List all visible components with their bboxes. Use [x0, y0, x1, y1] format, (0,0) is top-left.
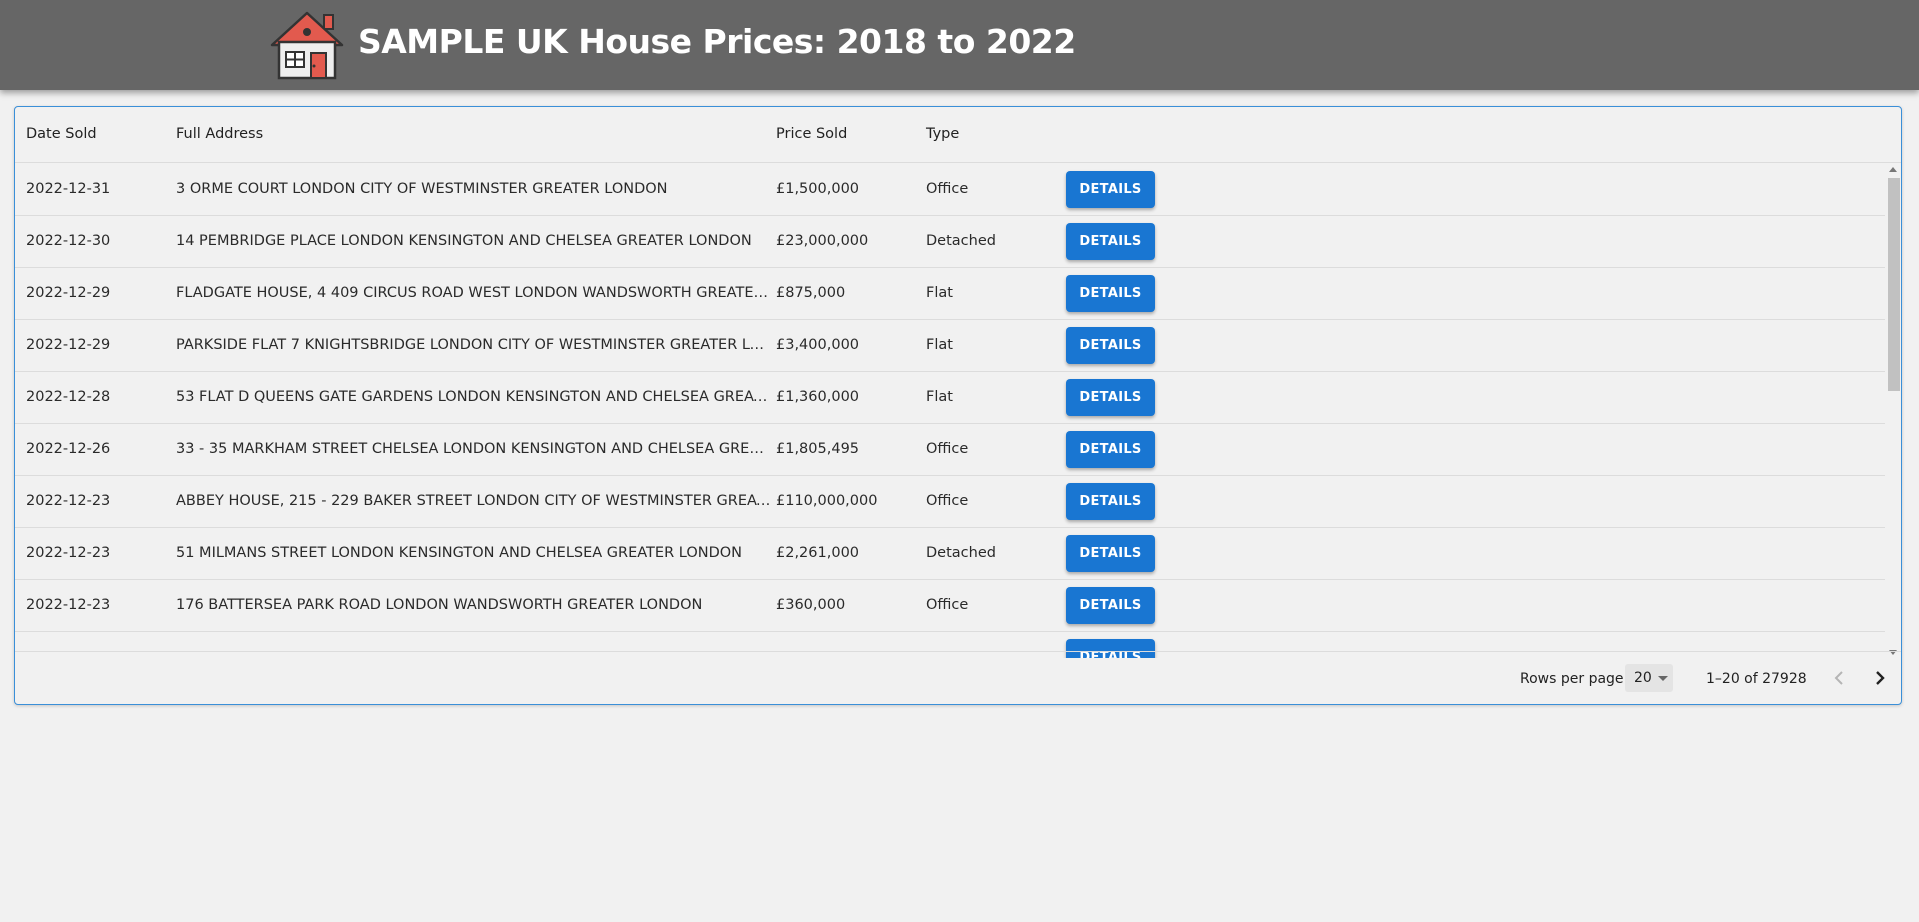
pagination-range: 1–20 of 27928: [1706, 671, 1807, 687]
type-cell: Office: [926, 441, 969, 457]
address-cell: PARKSIDE FLAT 7 KNIGHTSBRIDGE LONDON CIT…: [176, 337, 772, 353]
details-button[interactable]: DETAILS: [1066, 483, 1155, 520]
scroll-up-arrow-icon[interactable]: [1889, 167, 1897, 172]
price-cell: £110,000,000: [776, 493, 878, 509]
previous-page-button[interactable]: [1822, 661, 1856, 695]
date-cell: 2022-12-26: [26, 441, 111, 457]
table-row: 2022-12-31 3 ORME COURT LONDON CITY OF W…: [15, 164, 1885, 216]
type-cell: Flat: [926, 389, 953, 405]
rows-per-page-label: Rows per page:: [1520, 671, 1629, 687]
column-header-price[interactable]: Price Sold: [776, 126, 847, 142]
price-cell: £3,400,000: [776, 337, 860, 353]
app-bar: SAMPLE UK House Prices: 2018 to 2022: [0, 0, 1919, 90]
vertical-scrollbar[interactable]: [1885, 164, 1901, 658]
column-header-address[interactable]: Full Address: [176, 126, 263, 142]
date-cell: 2022-12-29: [26, 285, 111, 301]
table-row: 2022-12-23 ABBEY HOUSE, 215 - 229 BAKER …: [15, 476, 1885, 528]
type-cell: Flat: [926, 285, 953, 301]
next-page-button[interactable]: [1863, 661, 1897, 695]
price-cell: £1,805,495: [776, 441, 860, 457]
table-row: 2022-12-28 53 FLAT D QUEENS GATE GARDENS…: [15, 372, 1885, 424]
house-icon: [270, 11, 344, 80]
column-header-type[interactable]: Type: [926, 126, 959, 142]
type-cell: Office: [926, 493, 969, 509]
address-cell: 3 ORME COURT LONDON CITY OF WESTMINSTER …: [176, 181, 668, 197]
type-cell: Office: [926, 597, 969, 613]
scrollbar-thumb[interactable]: [1888, 178, 1900, 391]
price-cell: £2,261,000: [776, 545, 860, 561]
date-cell: 2022-12-23: [26, 545, 111, 561]
date-cell: 2022-12-23: [26, 597, 111, 613]
details-button[interactable]: DETAILS: [1066, 379, 1155, 416]
address-cell: 53 FLAT D QUEENS GATE GARDENS LONDON KEN…: [176, 389, 772, 405]
house-prices-table: Date Sold Full Address Price Sold Type 2…: [14, 106, 1902, 705]
table-row: 2022-12-30 14 PEMBRIDGE PLACE LONDON KEN…: [15, 216, 1885, 268]
caret-down-icon: [1658, 676, 1668, 681]
details-button[interactable]: DETAILS: [1066, 171, 1155, 208]
column-header-date[interactable]: Date Sold: [26, 126, 97, 142]
price-cell: £875,000: [776, 285, 846, 301]
table-row: 2022-12-26 33 - 35 MARKHAM STREET CHELSE…: [15, 424, 1885, 476]
table-pagination: Rows per page: 20 1–20 of 27928: [15, 651, 1901, 704]
address-cell: 51 MILMANS STREET LONDON KENSINGTON AND …: [176, 545, 743, 561]
details-button[interactable]: DETAILS: [1066, 431, 1155, 468]
date-cell: 2022-12-30: [26, 233, 111, 249]
table-body: 2022-12-31 3 ORME COURT LONDON CITY OF W…: [15, 164, 1885, 658]
details-button[interactable]: DETAILS: [1066, 223, 1155, 260]
rows-per-page-select[interactable]: 20: [1625, 664, 1673, 692]
type-cell: Detached: [926, 233, 996, 249]
table-row: 2022-12-23 51 MILMANS STREET LONDON KENS…: [15, 528, 1885, 580]
date-cell: 2022-12-29: [26, 337, 111, 353]
address-cell: FLADGATE HOUSE, 4 409 CIRCUS ROAD WEST L…: [176, 285, 772, 301]
address-cell: 14 PEMBRIDGE PLACE LONDON KENSINGTON AND…: [176, 233, 752, 249]
page-title: SAMPLE UK House Prices: 2018 to 2022: [358, 22, 1076, 61]
address-cell: 176 BATTERSEA PARK ROAD LONDON WANDSWORT…: [176, 597, 703, 613]
price-cell: £23,000,000: [776, 233, 869, 249]
type-cell: Office: [926, 181, 969, 197]
address-cell: ABBEY HOUSE, 215 - 229 BAKER STREET LOND…: [176, 493, 772, 509]
price-cell: £1,500,000: [776, 181, 860, 197]
table-header: Date Sold Full Address Price Sold Type: [15, 107, 1901, 163]
address-cell: 33 - 35 MARKHAM STREET CHELSEA LONDON KE…: [176, 441, 772, 457]
rows-per-page-value: 20: [1634, 670, 1652, 686]
table-row: 2022-12-23 176 BATTERSEA PARK ROAD LONDO…: [15, 580, 1885, 632]
details-button[interactable]: DETAILS: [1066, 275, 1155, 312]
details-button[interactable]: DETAILS: [1066, 327, 1155, 364]
table-row: 2022-12-29 FLADGATE HOUSE, 4 409 CIRCUS …: [15, 268, 1885, 320]
date-cell: 2022-12-31: [26, 181, 111, 197]
table-row: 2022-12-29 PARKSIDE FLAT 7 KNIGHTSBRIDGE…: [15, 320, 1885, 372]
price-cell: £1,360,000: [776, 389, 860, 405]
date-cell: 2022-12-28: [26, 389, 111, 405]
date-cell: 2022-12-23: [26, 493, 111, 509]
type-cell: Flat: [926, 337, 953, 353]
details-button[interactable]: DETAILS: [1066, 587, 1155, 624]
price-cell: £360,000: [776, 597, 846, 613]
details-button[interactable]: DETAILS: [1066, 535, 1155, 572]
type-cell: Detached: [926, 545, 996, 561]
